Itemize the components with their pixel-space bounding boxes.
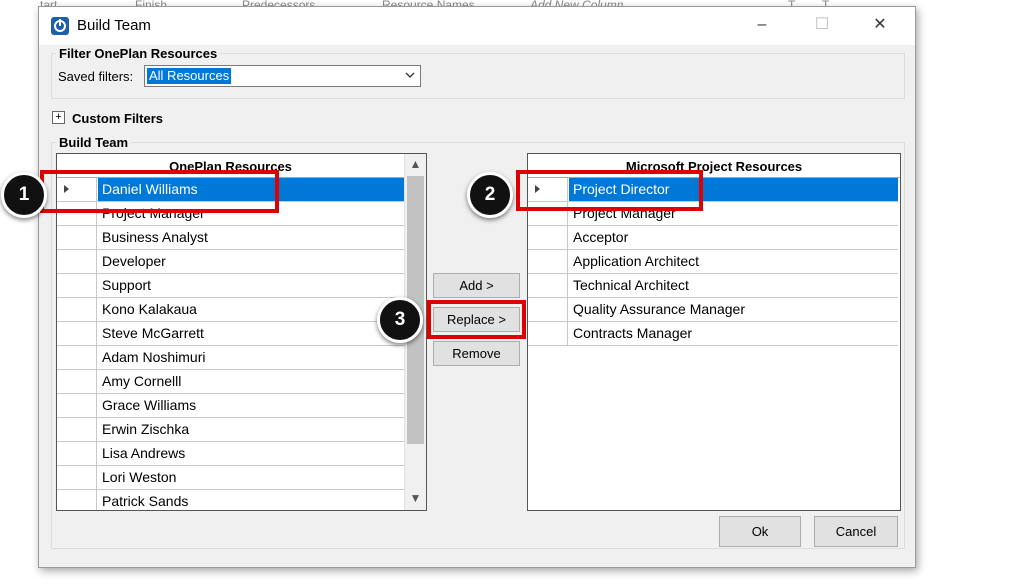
oneplan-resource-name-cell[interactable]: Kono Kalakaua xyxy=(98,298,404,321)
saved-filters-select[interactable]: All Resources xyxy=(144,65,421,87)
project-resource-name-cell[interactable]: Quality Assurance Manager xyxy=(569,298,898,321)
dialog-title: Build Team xyxy=(77,17,151,34)
cancel-button[interactable]: Cancel xyxy=(814,516,898,547)
oneplan-resource-row[interactable]: Grace Williams xyxy=(57,394,404,418)
oneplan-resource-row[interactable]: Lori Weston xyxy=(57,466,404,490)
row-header[interactable] xyxy=(57,250,97,274)
row-header[interactable] xyxy=(528,298,568,322)
oneplan-resource-row[interactable]: Erwin Zischka xyxy=(57,418,404,442)
project-resource-row[interactable]: Acceptor xyxy=(528,226,898,250)
scroll-down-icon[interactable]: ▼ xyxy=(405,488,426,508)
row-header[interactable] xyxy=(57,274,97,298)
callout-highlight-3 xyxy=(427,300,526,339)
oneplan-resource-row[interactable]: Lisa Andrews xyxy=(57,442,404,466)
project-resource-row[interactable]: Contracts Manager xyxy=(528,322,898,346)
oneplan-resource-name-cell[interactable]: Adam Noshimuri xyxy=(98,346,404,369)
callout-highlight-1 xyxy=(40,170,279,213)
project-resource-row[interactable]: Quality Assurance Manager xyxy=(528,298,898,322)
oneplan-resource-row[interactable]: Kono Kalakaua xyxy=(57,298,404,322)
oneplan-resource-name-cell[interactable]: Lisa Andrews xyxy=(98,442,404,465)
oneplan-app-icon xyxy=(51,17,69,35)
project-resource-name-cell[interactable]: Application Architect xyxy=(569,250,898,273)
custom-filters-expand-icon[interactable]: + xyxy=(52,111,65,124)
remove-button[interactable]: Remove xyxy=(433,341,520,366)
project-resource-name-cell[interactable]: Technical Architect xyxy=(569,274,898,297)
oneplan-resource-row[interactable]: Developer xyxy=(57,250,404,274)
title-bar: Build Team – ☐ ✕ xyxy=(39,7,915,45)
oneplan-resource-row[interactable]: Amy Cornelll xyxy=(57,370,404,394)
oneplan-resource-name-cell[interactable]: Patrick Sands xyxy=(98,490,404,510)
oneplan-resource-name-cell[interactable]: Erwin Zischka xyxy=(98,418,404,441)
custom-filters-label[interactable]: Custom Filters xyxy=(72,111,163,126)
build-team-dialog: Build Team – ☐ ✕ Filter OnePlan Resource… xyxy=(38,6,916,568)
callout-badge-2: 2 xyxy=(467,172,513,218)
row-header[interactable] xyxy=(57,490,97,510)
oneplan-resource-name-cell[interactable]: Amy Cornelll xyxy=(98,370,404,393)
row-header[interactable] xyxy=(57,226,97,250)
oneplan-resource-name-cell[interactable]: Lori Weston xyxy=(98,466,404,489)
scroll-up-icon[interactable]: ▲ xyxy=(405,154,426,174)
ok-button[interactable]: Ok xyxy=(719,516,801,547)
project-resource-name-cell[interactable]: Acceptor xyxy=(569,226,898,249)
row-header[interactable] xyxy=(57,394,97,418)
build-team-group-label: Build Team xyxy=(56,135,132,150)
row-header[interactable] xyxy=(57,370,97,394)
add-button[interactable]: Add > xyxy=(433,273,520,298)
row-header[interactable] xyxy=(528,250,568,274)
oneplan-resource-row[interactable]: Business Analyst xyxy=(57,226,404,250)
callout-badge-3: 3 xyxy=(377,297,423,343)
oneplan-resource-name-cell[interactable]: Business Analyst xyxy=(98,226,404,249)
project-resource-row[interactable]: Technical Architect xyxy=(528,274,898,298)
oneplan-resource-row[interactable]: Support xyxy=(57,274,404,298)
row-header[interactable] xyxy=(528,226,568,250)
row-header[interactable] xyxy=(57,418,97,442)
minimize-button[interactable]: – xyxy=(739,7,785,45)
row-header[interactable] xyxy=(57,298,97,322)
oneplan-resource-name-cell[interactable]: Grace Williams xyxy=(98,394,404,417)
project-resource-name-cell[interactable]: Contracts Manager xyxy=(569,322,898,345)
oneplan-resource-row[interactable]: Patrick Sands xyxy=(57,490,404,510)
row-header[interactable] xyxy=(57,466,97,490)
chevron-down-icon xyxy=(405,72,415,78)
oneplan-resource-row[interactable]: Adam Noshimuri xyxy=(57,346,404,370)
row-header[interactable] xyxy=(528,274,568,298)
saved-filters-value: All Resources xyxy=(147,68,232,84)
callout-badge-1: 1 xyxy=(1,172,47,218)
oneplan-resource-name-cell[interactable]: Developer xyxy=(98,250,404,273)
oneplan-resource-name-cell[interactable]: Support xyxy=(98,274,404,297)
oneplan-resource-row[interactable]: Steve McGarrett xyxy=(57,322,404,346)
maximize-button[interactable]: ☐ xyxy=(799,7,845,45)
oneplan-resource-name-cell[interactable]: Steve McGarrett xyxy=(98,322,404,345)
project-resource-row[interactable]: Application Architect xyxy=(528,250,898,274)
callout-highlight-2 xyxy=(516,170,703,211)
row-header[interactable] xyxy=(57,442,97,466)
saved-filters-label: Saved filters: xyxy=(58,69,134,84)
row-header[interactable] xyxy=(57,322,97,346)
row-header[interactable] xyxy=(528,322,568,346)
row-header[interactable] xyxy=(57,346,97,370)
close-button[interactable]: ✕ xyxy=(857,7,903,45)
filter-group-label: Filter OnePlan Resources xyxy=(56,46,221,61)
